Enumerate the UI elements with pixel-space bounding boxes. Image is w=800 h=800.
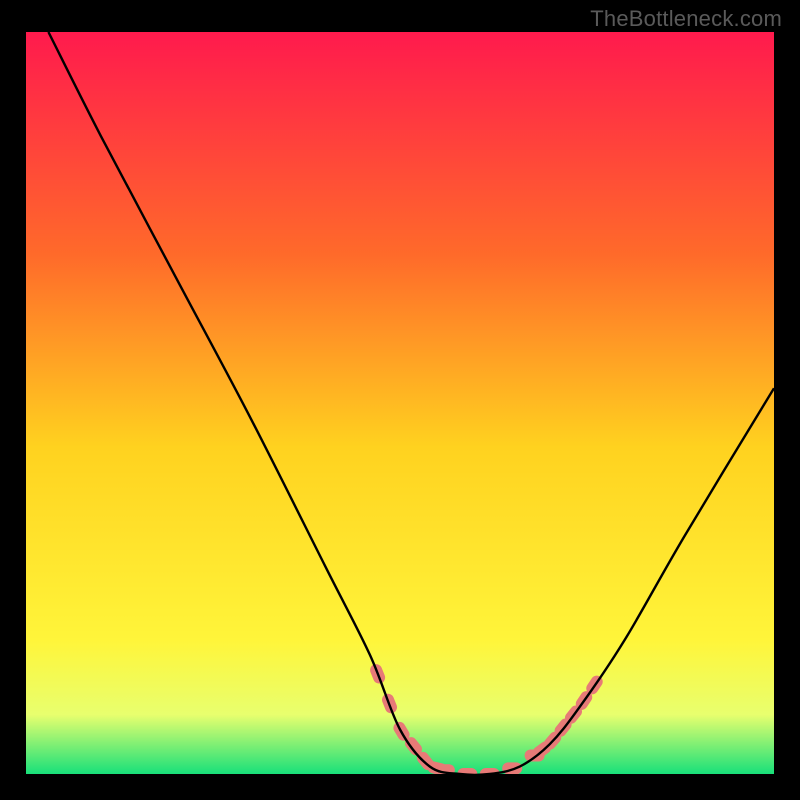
watermark-text: TheBottleneck.com	[590, 6, 782, 32]
gradient-background	[26, 32, 774, 774]
plot-svg	[26, 32, 774, 774]
plot-area	[26, 32, 774, 774]
chart-frame: TheBottleneck.com	[0, 0, 800, 800]
